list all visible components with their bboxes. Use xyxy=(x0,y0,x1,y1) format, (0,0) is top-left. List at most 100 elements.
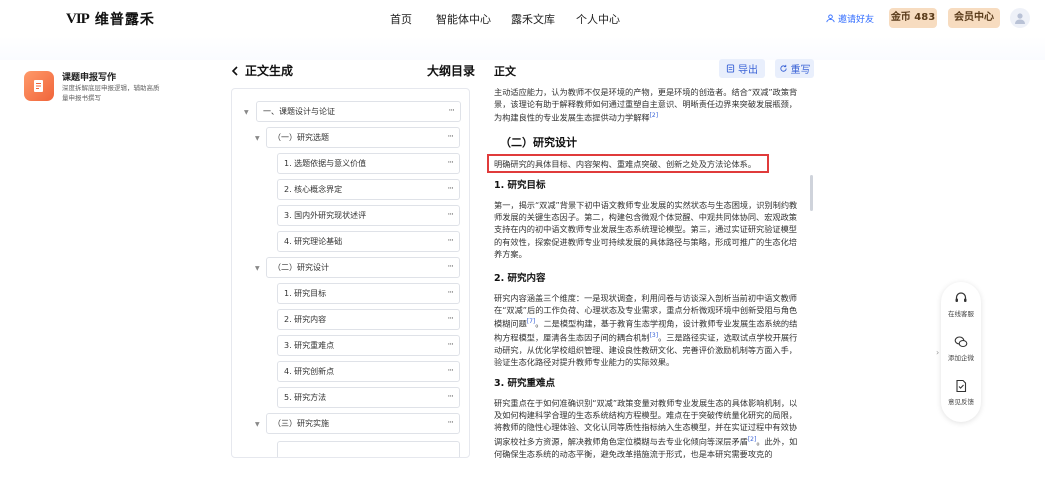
subsection-heading: 1. 研究目标 xyxy=(494,180,546,191)
citation-link[interactable]: [3] xyxy=(650,332,659,339)
logo[interactable]: VIP 维普露禾 xyxy=(66,9,155,29)
back-button[interactable]: 正文生成 xyxy=(231,62,293,79)
nav-agent-center[interactable]: 智能体中心 xyxy=(436,11,491,27)
outline-item[interactable]: 2. 核心概念界定 ··· xyxy=(277,179,460,200)
citation-link[interactable]: [2] xyxy=(650,112,659,119)
subsection-heading: 2. 研究内容 xyxy=(494,273,546,284)
outline-heading: 大纲目录 xyxy=(427,64,476,78)
paragraph: 研究重点在于如何准确识别“双减”政策变量对教师专业发展生态的具体影响机制，以及如… xyxy=(494,397,804,460)
logo-mark: VIP xyxy=(66,10,90,27)
feedback-button[interactable]: 意见反馈 xyxy=(941,379,981,406)
collapse-caret-icon[interactable]: ▼ xyxy=(255,265,260,272)
outline-item[interactable]: 5. 研究方法 ··· xyxy=(277,387,460,408)
chevron-left-icon xyxy=(231,65,238,76)
outline-item[interactable]: （三）研究实施 ··· xyxy=(266,413,460,434)
outline-item[interactable]: 一、课题设计与论证 ··· xyxy=(256,101,461,122)
export-icon xyxy=(726,64,735,73)
header-band xyxy=(0,36,1045,60)
outline-item-label: 一、课题设计与论证 xyxy=(263,107,335,116)
headset-icon xyxy=(955,292,967,302)
nav-library[interactable]: 露禾文库 xyxy=(511,11,555,27)
logo-text: 维普露禾 xyxy=(94,12,155,28)
outline-item-label: 1. 选题依据与意义价值 xyxy=(284,159,367,168)
outline-item-label: （二）研究设计 xyxy=(273,263,329,272)
more-icon[interactable]: ··· xyxy=(447,206,454,225)
more-icon[interactable]: ··· xyxy=(447,388,454,407)
outline-item[interactable]: （二）研究设计 ··· xyxy=(266,257,460,278)
feedback-icon xyxy=(956,379,967,393)
outline-item[interactable]: （一）研究选题 ··· xyxy=(266,127,460,148)
invite-friends-link[interactable]: 邀请好友 xyxy=(826,12,874,25)
outline-item-label: 2. 核心概念界定 xyxy=(284,185,343,194)
outline-item[interactable]: 1. 选题依据与意义价值 ··· xyxy=(277,153,460,174)
page-title: 正文生成 xyxy=(245,64,294,78)
outline-item[interactable]: 1. 研究目标 ··· xyxy=(277,283,460,304)
rewrite-button[interactable]: 重写 xyxy=(775,59,814,78)
outline-item[interactable]: 2. 研究内容 ··· xyxy=(277,309,460,330)
invite-user-icon xyxy=(826,14,835,23)
more-icon[interactable]: ··· xyxy=(447,258,454,277)
tool-title: 课题申报写作 xyxy=(62,73,117,83)
chat-icon xyxy=(954,336,968,348)
collapse-caret-icon[interactable]: ▼ xyxy=(244,109,249,116)
export-label: 导出 xyxy=(738,65,758,76)
outline-item-label: 3. 国内外研究现状述评 xyxy=(284,211,367,220)
invite-label: 邀请好友 xyxy=(838,15,875,25)
document-icon xyxy=(24,71,54,101)
outline-item-label: 3. 研究重难点 xyxy=(284,341,335,350)
more-icon[interactable]: ··· xyxy=(447,180,454,199)
more-icon[interactable]: ··· xyxy=(447,154,454,173)
export-button[interactable]: 导出 xyxy=(719,59,765,78)
more-icon[interactable]: ··· xyxy=(447,310,454,329)
add-wecom-button[interactable]: 添加企微 xyxy=(941,335,981,362)
outline-item-label: 1. 研究目标 xyxy=(284,289,327,298)
content-heading: 正文 xyxy=(494,65,516,78)
floating-service-menu: 在线客服 添加企微 意见反馈 xyxy=(941,282,981,422)
add-wecom-label: 添加企微 xyxy=(948,354,974,362)
outline-item-label: （一）研究选题 xyxy=(273,133,329,142)
outline-item[interactable]: 3. 研究重难点 ··· xyxy=(277,335,460,356)
more-icon[interactable]: ··· xyxy=(447,128,454,147)
member-center-button[interactable]: 会员中心 xyxy=(948,8,1000,28)
more-icon[interactable]: ··· xyxy=(447,284,454,303)
more-icon[interactable]: ··· xyxy=(447,414,454,433)
intro-text: 主动适应能力，认为教师不仅是环境的产物，更是环境的创造者。结合“双减”政策背景，… xyxy=(494,87,798,124)
outline-item-label: 4. 研究理论基础 xyxy=(284,237,343,246)
user-avatar[interactable] xyxy=(1010,8,1030,28)
rewrite-label: 重写 xyxy=(790,65,811,76)
collapse-caret-icon[interactable]: ▼ xyxy=(255,421,260,428)
highlighted-sentence[interactable]: 明确研究的具体目标、内容架构、重难点突破、创新之处及方法论体系。 xyxy=(487,154,769,173)
outline-item[interactable]: 4. 研究理论基础 ··· xyxy=(277,231,460,252)
more-icon[interactable]: ··· xyxy=(448,102,455,121)
more-icon[interactable]: ··· xyxy=(447,362,454,381)
top-header: VIP 维普露禾 首页 智能体中心 露禾文库 个人中心 邀请好友 金币 483 … xyxy=(0,0,1045,36)
refresh-icon xyxy=(779,64,787,72)
citation-link[interactable]: [7] xyxy=(527,318,536,325)
paragraph: 第一，揭示“双减”背景下初中语文教师专业发展的实然状态与生态困境，识别制约教师发… xyxy=(494,200,798,259)
collapse-caret-icon[interactable]: ▼ xyxy=(255,135,260,142)
intro-paragraph: 主动适应能力，认为教师不仅是环境的产物，更是环境的创造者。结合“双减”政策背景，… xyxy=(494,86,804,124)
feedback-label: 意见反馈 xyxy=(948,398,974,406)
more-icon[interactable]: ··· xyxy=(447,232,454,251)
online-service-label: 在线客服 xyxy=(948,310,974,318)
online-service-button[interactable]: 在线客服 xyxy=(941,291,981,318)
outline-item-label: 4. 研究创新点 xyxy=(284,367,335,376)
user-icon xyxy=(1015,13,1025,24)
outline-item-label: （三）研究实施 xyxy=(273,419,329,428)
outline-item-label: 5. 研究方法 xyxy=(284,393,327,402)
outline-item[interactable]: 3. 国内外研究现状述评 ··· xyxy=(277,205,460,226)
coin-balance-button[interactable]: 金币 483 xyxy=(889,8,937,28)
tool-card[interactable]: 课题申报写作 深度拆解底层申报逻辑，辅助高质量申报书撰写 xyxy=(24,70,164,110)
nav-home[interactable]: 首页 xyxy=(390,11,412,27)
more-icon[interactable]: ··· xyxy=(447,336,454,355)
tool-description: 深度拆解底层申报逻辑，辅助高质量申报书撰写 xyxy=(62,84,160,102)
content-scrollbar[interactable] xyxy=(810,175,813,211)
outline-panel[interactable]: ▼ 一、课题设计与论证 ··· ▼ （一）研究选题 ··· 1. 选题依据与意义价值… xyxy=(231,88,470,458)
subsection-heading: 3. 研究重难点 xyxy=(494,378,556,389)
nav-personal-center[interactable]: 个人中心 xyxy=(576,11,620,27)
collapse-arrow-icon[interactable]: › xyxy=(936,348,939,357)
outline-item-partial[interactable] xyxy=(277,441,460,457)
outline-item[interactable]: 4. 研究创新点 ··· xyxy=(277,361,460,382)
section-heading: （二）研究设计 xyxy=(500,136,577,149)
highlighted-text: 明确研究的具体目标、内容架构、重难点突破、创新之处及方法论体系。 xyxy=(494,159,757,169)
